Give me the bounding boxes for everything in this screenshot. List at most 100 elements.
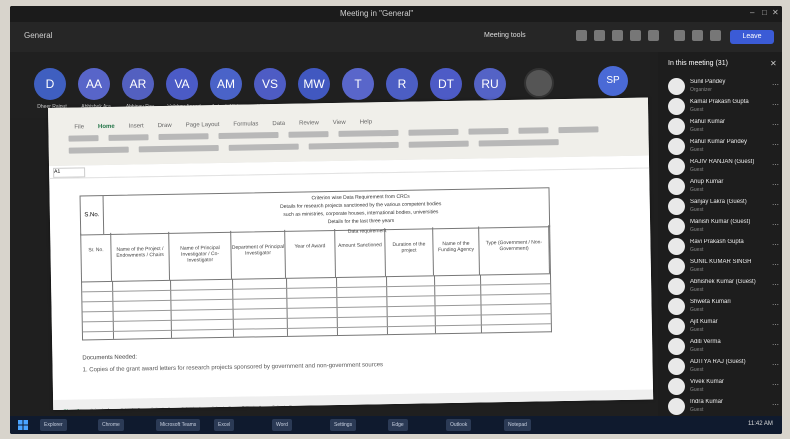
list-item[interactable]: Anup Kumar Guest ⋯ <box>658 176 782 198</box>
ribbon-button[interactable] <box>478 139 559 147</box>
sheet-tab[interactable]: Criteria 2 <box>120 407 140 410</box>
more-options-icon[interactable]: ⋯ <box>772 401 779 409</box>
ribbon-button[interactable] <box>218 131 279 140</box>
tab-file[interactable]: File <box>74 124 84 130</box>
ribbon-button[interactable] <box>68 135 99 142</box>
list-item[interactable]: Ravi Prakash Gupta Guest ⋯ <box>658 236 782 258</box>
list-item[interactable]: Indra Kumar Guest ⋯ <box>658 396 782 416</box>
more-options-icon[interactable]: ⋯ <box>772 141 779 149</box>
view-icon[interactable] <box>630 30 641 41</box>
mic-icon[interactable] <box>692 30 703 41</box>
more-icon[interactable] <box>648 30 659 41</box>
ribbon-button[interactable] <box>558 126 599 134</box>
sheet-tab[interactable]: Criteria 4 <box>181 406 201 410</box>
list-item[interactable]: Shweta Kumari Guest ⋯ <box>658 296 782 318</box>
sheet-tab[interactable]: Sheet1 <box>63 408 80 409</box>
tab-insert[interactable]: Insert <box>129 123 144 129</box>
list-item[interactable]: Abhishek Kumar (Guest) Guest ⋯ <box>658 276 782 298</box>
meeting-tools-label[interactable]: Meeting tools <box>484 32 526 39</box>
more-options-icon[interactable]: ⋯ <box>772 181 779 189</box>
tab-view[interactable]: View <box>333 120 346 126</box>
ribbon-button[interactable] <box>288 131 329 138</box>
list-item[interactable]: Rahul Kumar Guest ⋯ <box>658 116 782 138</box>
chat-icon[interactable] <box>576 30 587 41</box>
taskbar-app[interactable]: Microsoft Teams <box>156 419 201 431</box>
ribbon-button[interactable] <box>108 134 149 141</box>
sheet-tab[interactable]: Criteria 1 <box>90 408 110 410</box>
self-avatar[interactable]: SP <box>598 66 628 96</box>
list-item[interactable]: RAJIV RANJAN (Guest) Guest ⋯ <box>658 156 782 178</box>
taskbar-app[interactable]: Explorer <box>40 419 67 431</box>
tab-draw[interactable]: Draw <box>158 123 172 129</box>
more-options-icon[interactable]: ⋯ <box>772 361 779 369</box>
list-item[interactable]: Ajit Kumar Guest ⋯ <box>658 316 782 338</box>
close-icon[interactable]: ✕ <box>772 8 779 17</box>
minimize-icon[interactable]: – <box>750 8 754 17</box>
raise-hand-icon[interactable] <box>594 30 605 41</box>
ribbon-button[interactable] <box>468 127 509 135</box>
taskbar-app[interactable]: Edge <box>388 419 408 431</box>
reactions-icon[interactable] <box>612 30 623 41</box>
windows-taskbar: Explorer Chrome Microsoft Teams Excel Word Se… <box>10 416 782 434</box>
list-item[interactable]: Sanjay Lakra (Guest) Guest ⋯ <box>658 196 782 218</box>
tab-page-layout[interactable]: Page Layout <box>186 122 220 129</box>
share-icon[interactable] <box>710 30 721 41</box>
more-options-icon[interactable]: ⋯ <box>772 241 779 249</box>
tab-help[interactable]: Help <box>360 119 372 125</box>
taskbar-app[interactable]: Outlook <box>446 419 472 431</box>
sheet-tab[interactable]: Criteria 6 <box>241 405 261 410</box>
more-options-icon[interactable]: ⋯ <box>772 81 779 89</box>
taskbar-app[interactable]: Excel <box>214 419 235 431</box>
ribbon-button[interactable] <box>308 141 399 150</box>
list-item[interactable]: SUNIL KUMAR SINGH Guest ⋯ <box>658 256 782 278</box>
windows-start-icon[interactable] <box>18 420 28 430</box>
more-options-icon[interactable]: ⋯ <box>772 381 779 389</box>
worksheet[interactable]: S.No. Criterion wise Data Requirement fr… <box>49 167 654 410</box>
taskbar-app[interactable]: Chrome <box>98 419 124 431</box>
close-panel-icon[interactable]: ✕ <box>770 59 777 68</box>
list-item[interactable]: Manish Kumar (Guest) Guest ⋯ <box>658 216 782 238</box>
taskbar-app[interactable]: Notepad <box>504 419 531 431</box>
sheet-tab[interactable]: Criteria 5 <box>211 406 231 410</box>
tab-review[interactable]: Review <box>299 120 319 126</box>
ribbon-button[interactable] <box>158 133 209 141</box>
ribbon-button[interactable] <box>68 146 129 154</box>
name-box[interactable]: A1 <box>53 167 86 178</box>
more-options-icon[interactable]: ⋯ <box>772 321 779 329</box>
more-options-icon[interactable]: ⋯ <box>772 201 779 209</box>
more-options-icon[interactable]: ⋯ <box>772 161 779 169</box>
ribbon-button[interactable] <box>408 140 469 148</box>
table-body[interactable] <box>81 273 552 341</box>
sheet-tab[interactable]: Criteria 3 <box>150 407 170 410</box>
maximize-icon[interactable]: □ <box>762 8 767 17</box>
more-options-icon[interactable]: ⋯ <box>772 261 779 269</box>
list-item[interactable]: Sunil Pandey Organizer ⋯ <box>658 76 782 98</box>
list-item[interactable]: Aditi Verma Guest ⋯ <box>658 336 782 358</box>
more-options-icon[interactable]: ⋯ <box>772 301 779 309</box>
taskbar-app[interactable]: Settings <box>330 419 357 431</box>
tab-home[interactable]: Home <box>98 124 115 130</box>
tab-data[interactable]: Data <box>272 121 285 127</box>
more-options-icon[interactable]: ⋯ <box>772 341 779 349</box>
list-item[interactable]: Kamal Prakash Gupta Guest ⋯ <box>658 96 782 118</box>
ribbon-button[interactable] <box>138 145 219 153</box>
list-item[interactable]: Rahul Kumar Pandey Guest ⋯ <box>658 136 782 158</box>
person-name: Sanjay Lakra (Guest) <box>690 199 747 205</box>
taskbar-app[interactable]: Word <box>272 419 292 431</box>
ribbon-button[interactable] <box>408 128 459 136</box>
tab-formulas[interactable]: Formulas <box>233 121 258 127</box>
more-options-icon[interactable]: ⋯ <box>772 101 779 109</box>
screen-share-icon[interactable] <box>524 68 554 98</box>
leave-button[interactable]: Leave <box>730 30 774 44</box>
camera-icon[interactable] <box>674 30 685 41</box>
list-item[interactable]: Vivek Kumar Guest ⋯ <box>658 376 782 398</box>
more-options-icon[interactable]: ⋯ <box>772 121 779 129</box>
ribbon-button[interactable] <box>518 127 549 134</box>
ribbon-button[interactable] <box>228 143 299 151</box>
sheet-tab[interactable]: Criteria 7 <box>271 405 291 410</box>
list-item[interactable]: ADITYA RAJ (Guest) Guest ⋯ <box>658 356 782 378</box>
more-options-icon[interactable]: ⋯ <box>772 221 779 229</box>
person-avatar <box>668 138 685 155</box>
ribbon-button[interactable] <box>338 129 399 137</box>
more-options-icon[interactable]: ⋯ <box>772 281 779 289</box>
